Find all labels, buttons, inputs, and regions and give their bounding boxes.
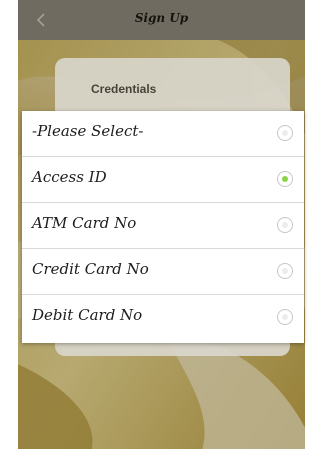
- radio-dot-icon: [282, 176, 288, 182]
- radio-button-selected[interactable]: [277, 171, 293, 187]
- option-label: -Please Select-: [32, 122, 144, 140]
- credentials-card-title: Credentials: [91, 82, 157, 96]
- radio-button[interactable]: [277, 263, 293, 279]
- credential-type-picker-dialog: -Please Select- Access ID ATM Card No Cr…: [22, 111, 304, 343]
- radio-button[interactable]: [277, 309, 293, 325]
- radio-button[interactable]: [277, 217, 293, 233]
- radio-dot-icon: [282, 314, 288, 320]
- option-please-select[interactable]: -Please Select-: [22, 111, 304, 157]
- screen: Sign Up Credentials -Please Select- Acce…: [0, 0, 322, 449]
- app-header: Sign Up: [18, 0, 305, 40]
- radio-button[interactable]: [277, 125, 293, 141]
- option-credit-card-no[interactable]: Credit Card No: [22, 249, 304, 295]
- option-debit-card-no[interactable]: Debit Card No: [22, 295, 304, 341]
- radio-dot-icon: [282, 222, 288, 228]
- radio-dot-icon: [282, 268, 288, 274]
- radio-dot-icon: [282, 130, 288, 136]
- option-label: Debit Card No: [32, 306, 143, 324]
- option-label: Access ID: [32, 168, 107, 186]
- option-access-id[interactable]: Access ID: [22, 157, 304, 203]
- option-label: ATM Card No: [32, 214, 137, 232]
- option-atm-card-no[interactable]: ATM Card No: [22, 203, 304, 249]
- page-title: Sign Up: [134, 11, 189, 25]
- option-label: Credit Card No: [32, 260, 149, 278]
